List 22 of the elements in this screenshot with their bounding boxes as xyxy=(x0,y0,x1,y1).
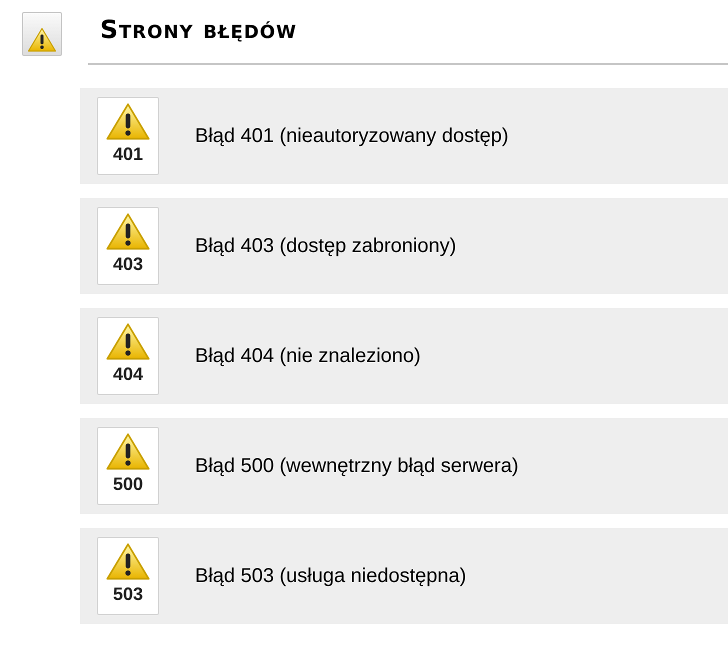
error-code: 404 xyxy=(112,364,144,384)
error-page-row[interactable]: 403 Błąd 403 (dostęp zabroniony) xyxy=(80,198,728,294)
error-page-row[interactable]: 503 Błąd 503 (usługa niedostępna) xyxy=(80,528,728,624)
error-page-label: Błąd 403 (dostęp zabroniony) xyxy=(195,234,456,259)
error-code: 503 xyxy=(112,584,144,604)
error-page-label: Błąd 500 (wewnętrzny błąd serwera) xyxy=(195,454,518,479)
error-page-label: Błąd 503 (usługa niedostępna) xyxy=(195,564,466,589)
warning-icon xyxy=(105,102,151,142)
warning-icon xyxy=(105,212,151,252)
error-page-label: Błąd 401 (nieautoryzowany dostęp) xyxy=(195,124,509,149)
error-page-row[interactable]: 401 Błąd 401 (nieautoryzowany dostęp) xyxy=(80,88,728,184)
error-page-row[interactable]: 500 Błąd 500 (wewnętrzny błąd serwera) xyxy=(80,418,728,514)
page-title: Strony błędów xyxy=(100,14,298,46)
error-page-label: Błąd 404 (nie znaleziono) xyxy=(195,344,421,369)
error-code: 403 xyxy=(112,254,144,274)
warning-icon xyxy=(105,542,151,582)
warning-icon xyxy=(105,322,151,362)
warning-icon xyxy=(105,432,151,472)
error-code: 500 xyxy=(112,474,144,494)
error-code: 401 xyxy=(112,144,144,164)
error-page-row[interactable]: 404 Błąd 404 (nie znaleziono) xyxy=(80,308,728,404)
warning-icon xyxy=(27,26,57,52)
